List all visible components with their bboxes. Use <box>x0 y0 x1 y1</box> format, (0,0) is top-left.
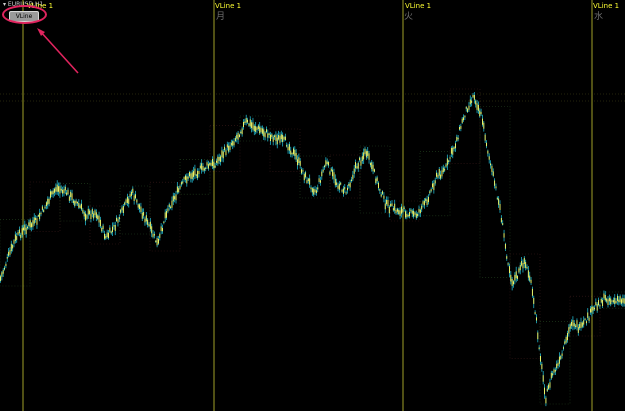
vline-label-1[interactable]: VLine 1 <box>27 2 53 10</box>
vertical-lines <box>22 0 593 411</box>
price-chart[interactable] <box>0 0 625 411</box>
chart-window[interactable]: ▾ EURUSD,H1 VLine 1 VLine 1 月 VLine 1 火 … <box>0 0 625 411</box>
day-label-mon: 月 <box>216 12 226 22</box>
day-label-tue: 火 <box>404 12 414 22</box>
candlestick-series <box>0 92 625 407</box>
vline-button[interactable]: VLine <box>9 11 39 22</box>
period-box <box>479 105 511 278</box>
period-box <box>509 253 541 359</box>
period-box <box>119 185 151 235</box>
period-grid <box>0 88 625 405</box>
period-box <box>0 219 31 287</box>
day-label-wed: 水 <box>594 12 604 22</box>
